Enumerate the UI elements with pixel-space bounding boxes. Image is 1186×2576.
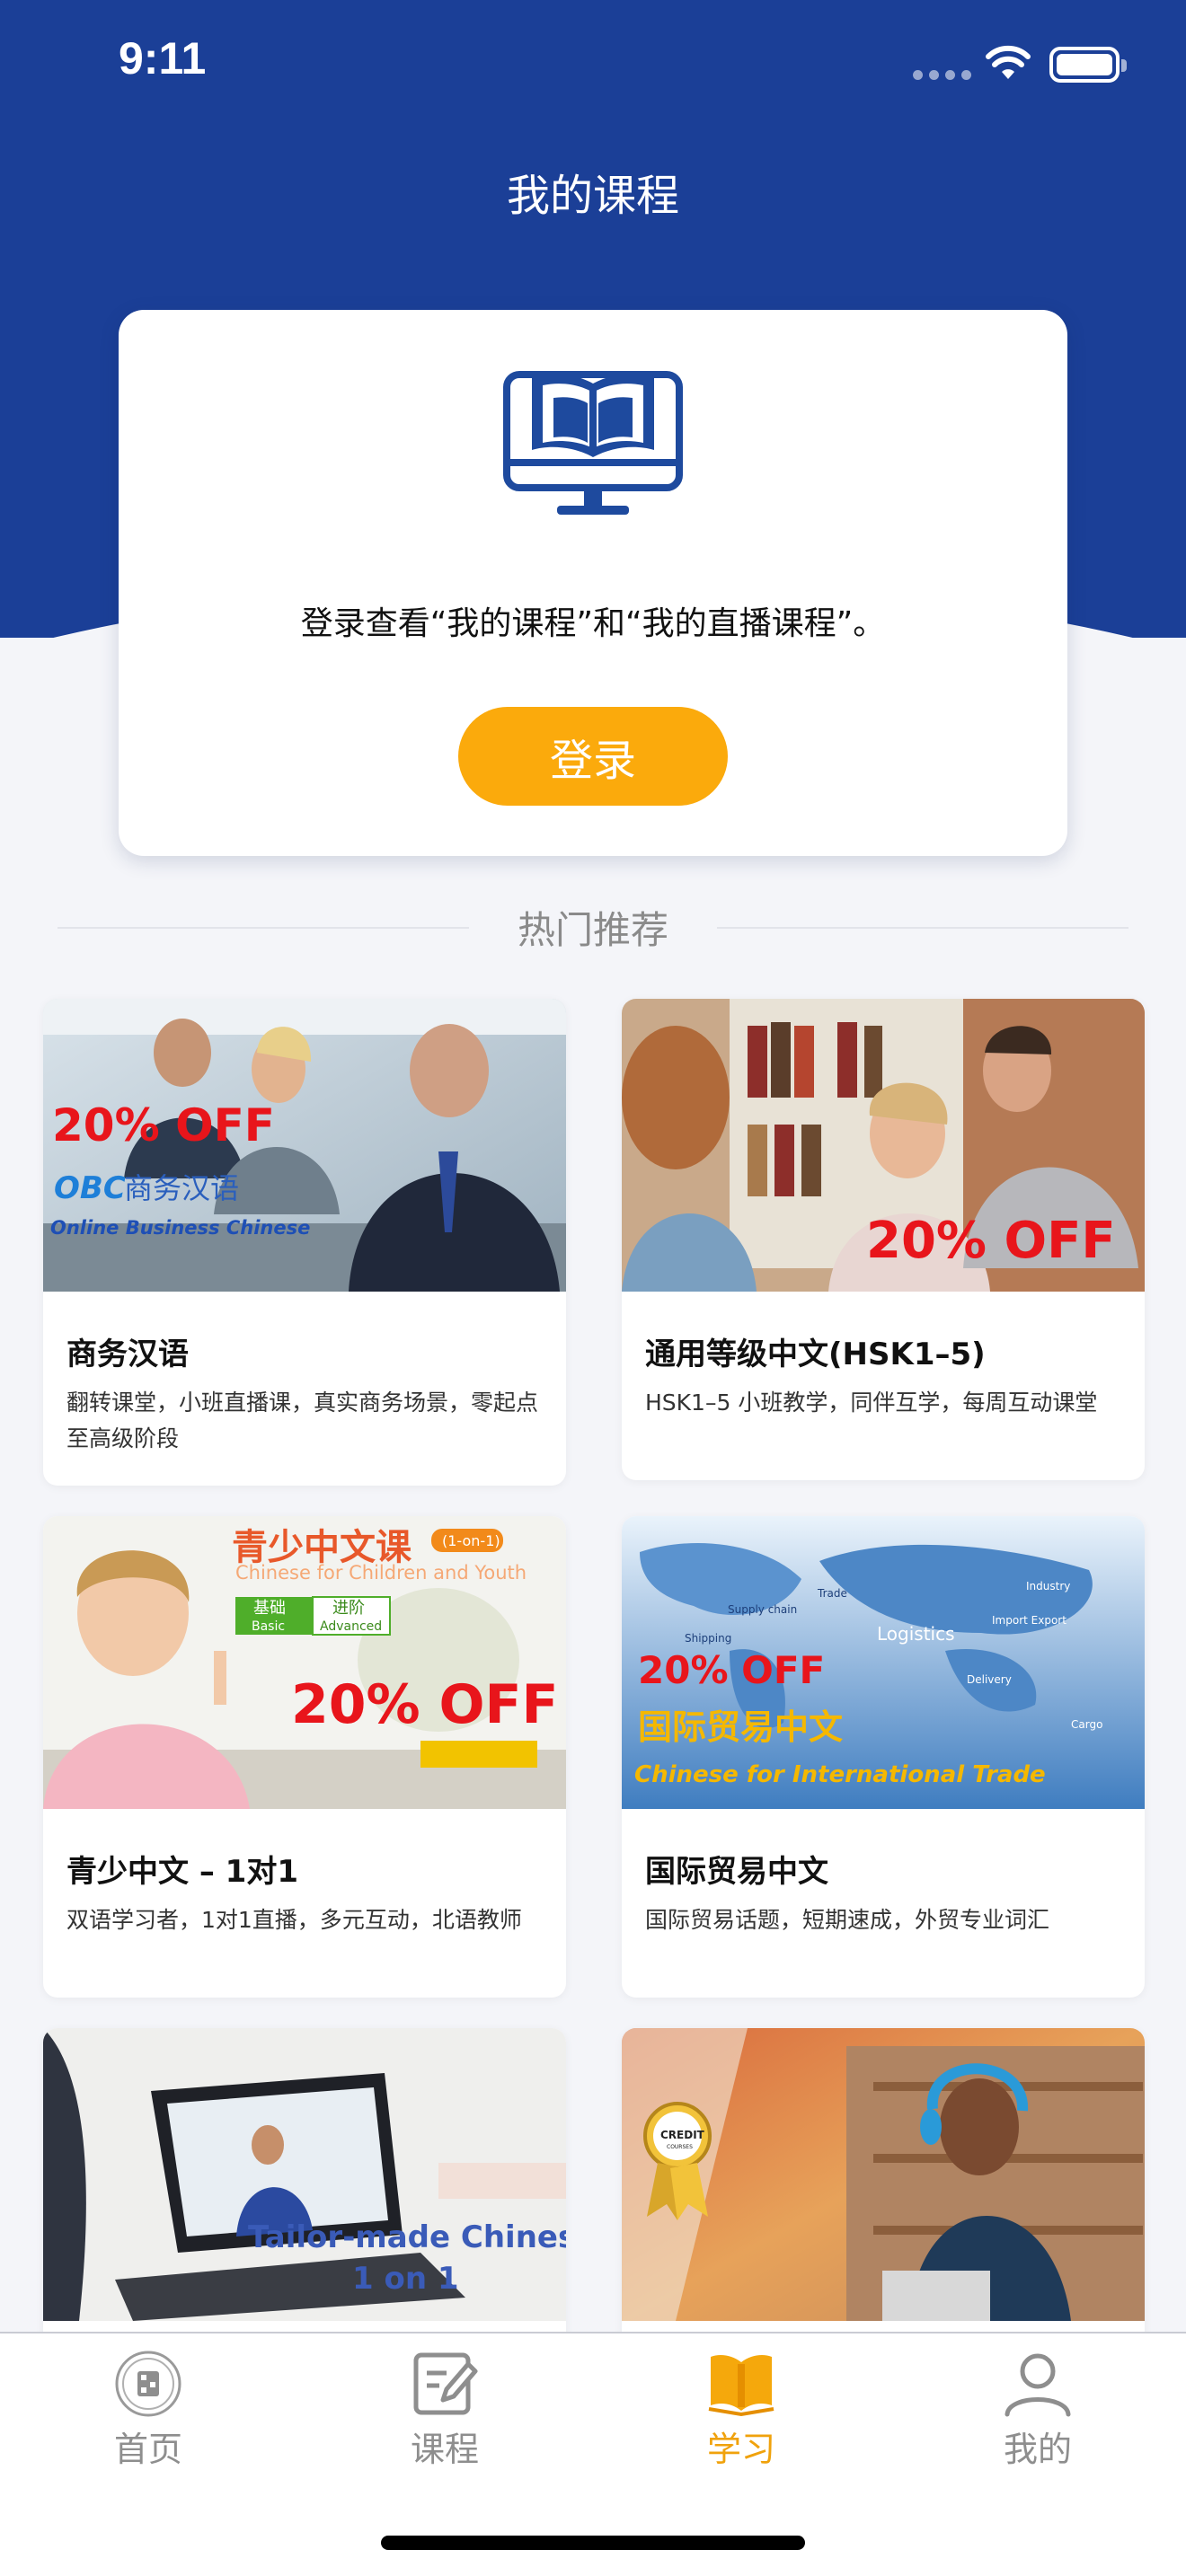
tab-label: 学习 — [706, 2430, 775, 2469]
battery-icon — [1049, 47, 1127, 83]
course-card-trade-chinese[interactable]: Trade Industry Supply chain Import Expor… — [622, 1516, 1145, 1998]
course-banner-business-chinese: 20% OFF OBC 商务汉语 Online Business Chinese — [43, 999, 566, 1292]
banner-word: Cargo — [1071, 1718, 1102, 1731]
banner-level1-cn: 基础 — [253, 1599, 286, 1618]
banner-level1-en: Basic — [252, 1619, 285, 1634]
banner-badge: CREDIT — [660, 2129, 705, 2141]
course-title: 青少中文 – 1对1 — [66, 1854, 298, 1890]
business-meeting-photo: 20% OFF OBC 商务汉语 Online Business Chinese — [43, 999, 566, 1292]
status-bar: 9:11 — [0, 0, 1186, 135]
edit-note-icon — [413, 2352, 478, 2415]
banner-line2: 1 on 1 — [352, 2261, 459, 2297]
course-banner-tailor-made: Tailor-made Chinese 1 on 1 — [43, 2028, 566, 2321]
child-photo: 青少中文课 (1-on-1) Chinese for Children and … — [43, 1516, 566, 1809]
tab-label: 课程 — [410, 2430, 479, 2469]
banner-name-cn: 国际贸易中文 — [638, 1707, 843, 1747]
banner-word: Import Export — [992, 1614, 1067, 1627]
course-description: 翻转课堂，小班直播课，真实商务场景，零起点至高级阶段 — [66, 1389, 539, 1451]
login-button[interactable]: 登录 — [458, 707, 728, 806]
course-title: 国际贸易中文 — [645, 1854, 828, 1890]
course-description: 国际贸易话题，短期速成，外贸专业词汇 — [645, 1907, 1050, 1933]
laptop-teacher-photo: Tailor-made Chinese 1 on 1 — [43, 2028, 566, 2321]
course-banner-credit-courses: CREDIT COURSES — [622, 2028, 1145, 2321]
banner-tag: (1-on-1) — [442, 1532, 500, 1549]
recommended-section-header: 热门推荐 — [0, 889, 1186, 961]
open-book-icon — [708, 2355, 774, 2417]
course-card-youth-chinese[interactable]: 青少中文课 (1-on-1) Chinese for Children and … — [43, 1516, 566, 1998]
banner-level2-en: Advanced — [320, 1619, 382, 1634]
course-banner-hsk: 20% OFF — [622, 999, 1145, 1292]
tab-study[interactable]: 学习 — [593, 2333, 890, 2486]
banner-name-en: Chinese for Children and Youth — [235, 1562, 527, 1584]
cellular-signal-icon — [913, 70, 971, 80]
login-prompt: 登录查看“我的课程”和“我的直播课程”。 — [300, 605, 886, 642]
world-map-photo: Trade Industry Supply chain Import Expor… — [622, 1516, 1145, 1809]
tab-courses[interactable]: 课程 — [296, 2333, 593, 2486]
banner-word: Industry — [1026, 1580, 1070, 1592]
students-photo: 20% OFF — [622, 999, 1145, 1292]
banner-discount: 20% OFF — [52, 1099, 275, 1151]
person-icon — [1005, 2353, 1071, 2417]
course-title: 商务汉语 — [66, 1337, 189, 1372]
course-banner-trade-chinese: Trade Industry Supply chain Import Expor… — [622, 1516, 1145, 1809]
tab-profile[interactable]: 我的 — [890, 2333, 1186, 2486]
status-time: 9:11 — [119, 33, 207, 84]
banner-discount: 20% OFF — [291, 1673, 558, 1736]
course-description: HSK1–5 小班教学，同伴互学，每周互动课堂 — [645, 1389, 1098, 1416]
tab-home[interactable]: 首页 — [0, 2333, 296, 2486]
page-title: 我的课程 — [506, 171, 679, 221]
course-card-business-chinese[interactable]: 20% OFF OBC 商务汉语 Online Business Chinese… — [43, 999, 566, 1486]
banner-word: Supply chain — [728, 1603, 797, 1616]
banner-badge-sub: COURSES — [667, 2144, 693, 2150]
course-description: 双语学习者，1对1直播，多元互动，北语教师 — [66, 1907, 522, 1933]
tab-label: 首页 — [113, 2430, 182, 2469]
banner-name-en: Chinese for International Trade — [634, 1761, 1046, 1788]
book-monitor-icon — [503, 371, 683, 515]
course-banner-youth-chinese: 青少中文课 (1-on-1) Chinese for Children and … — [43, 1516, 566, 1809]
banner-word: Logistics — [877, 1623, 955, 1645]
banner-word: Delivery — [967, 1673, 1012, 1686]
student-headphones-photo: CREDIT COURSES — [622, 2028, 1145, 2321]
course-title: 通用等级中文(HSK1–5) — [645, 1337, 986, 1372]
login-card: 登录查看“我的课程”和“我的直播课程”。 登录 — [119, 310, 1067, 856]
banner-name-cn: 商务汉语 — [124, 1171, 239, 1205]
banner-word: Shipping — [685, 1632, 731, 1645]
banner-discount: 20% OFF — [638, 1648, 825, 1692]
wifi-icon — [986, 45, 1031, 79]
banner-name-en: Online Business Chinese — [50, 1217, 310, 1239]
tab-label: 我的 — [1003, 2430, 1072, 2469]
banner-line1: Tailor-made Chinese — [248, 2219, 566, 2255]
banner-discount: 20% OFF — [866, 1212, 1116, 1270]
university-seal-icon — [115, 2351, 181, 2417]
section-divider-right — [717, 927, 1128, 929]
banner-word: Trade — [817, 1587, 847, 1600]
course-card-hsk[interactable]: 20% OFF 通用等级中文(HSK1–5) HSK1–5 小班教学，同伴互学，… — [622, 999, 1145, 1480]
banner-brand: OBC — [54, 1170, 126, 1206]
home-indicator[interactable] — [381, 2536, 805, 2550]
banner-level2-cn: 进阶 — [332, 1599, 365, 1618]
